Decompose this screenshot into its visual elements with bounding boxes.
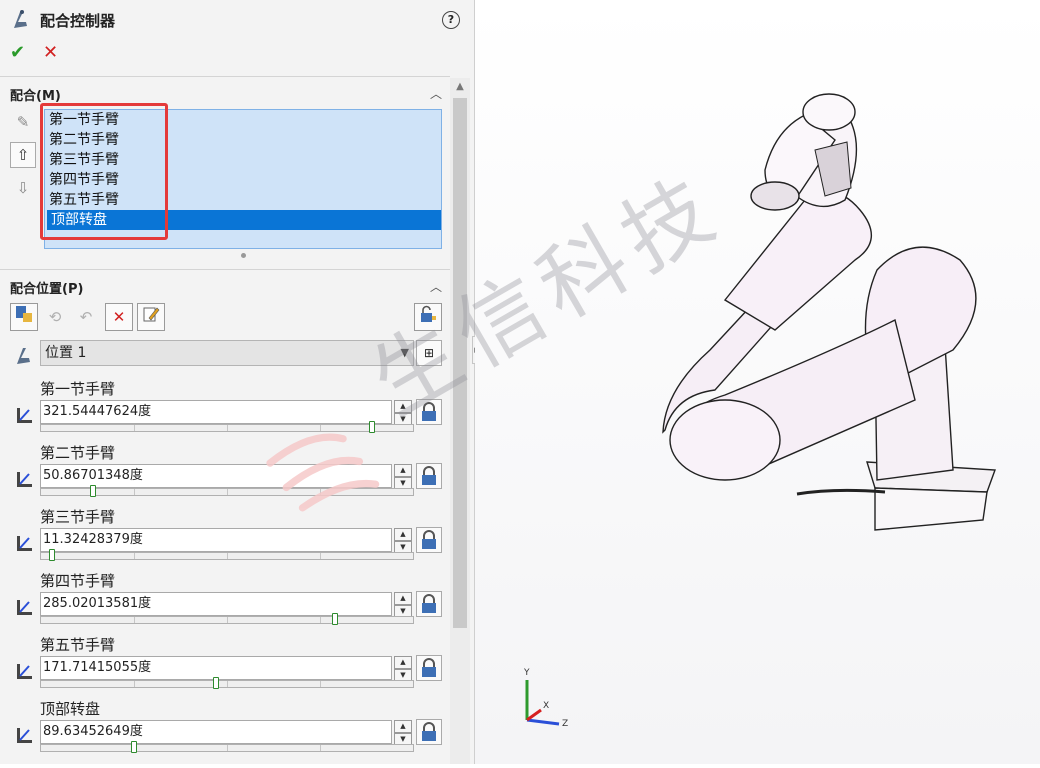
- delete-position-button[interactable]: ✕: [105, 303, 133, 331]
- highlight-box: [40, 103, 168, 240]
- lock-icon: [422, 530, 436, 549]
- edit-pencil-icon: [143, 307, 160, 322]
- position-icon: [17, 348, 30, 364]
- axis-label-x: X: [543, 701, 549, 711]
- spin-up-icon[interactable]: ▲: [394, 720, 412, 733]
- cancel-button[interactable]: ✕: [43, 42, 58, 63]
- axis-triad: Y X Z: [523, 668, 568, 729]
- angle-mate-icon: [17, 472, 32, 487]
- move-down-button[interactable]: ⇩: [13, 178, 33, 198]
- angle-value-input[interactable]: 11.32428379度: [40, 528, 392, 552]
- save-position-icon: [16, 306, 32, 322]
- axis-label-z: Z: [562, 719, 568, 729]
- angle-spinner[interactable]: ▲ ▼: [394, 720, 412, 746]
- angle-slider[interactable]: [40, 677, 414, 689]
- joint-label: 第二节手臂: [40, 444, 116, 462]
- angle-mate-icon: [17, 536, 32, 551]
- angle-slider[interactable]: [40, 741, 414, 753]
- mate-controller-icon: [14, 10, 27, 28]
- ok-button[interactable]: ✔: [10, 42, 25, 63]
- spin-up-icon[interactable]: ▲: [394, 528, 412, 541]
- lock-icon: [422, 594, 436, 613]
- angle-value-input[interactable]: 285.02013581度: [40, 592, 392, 616]
- positions-section-title: 配合位置(P): [10, 282, 84, 297]
- help-button[interactable]: ?: [442, 11, 460, 29]
- lock-button[interactable]: [416, 591, 442, 617]
- angle-spinner[interactable]: ▲ ▼: [394, 592, 412, 618]
- slider-thumb[interactable]: [49, 549, 56, 561]
- joint-label: 第三节手臂: [40, 508, 116, 526]
- spin-up-icon[interactable]: ▲: [394, 656, 412, 669]
- save-position-button[interactable]: [10, 303, 38, 331]
- slider-tick: [320, 553, 321, 559]
- lock-button[interactable]: [416, 719, 442, 745]
- angle-mate-icon: [17, 664, 32, 679]
- undo-icon[interactable]: ↶: [73, 303, 99, 331]
- joint-label: 第四节手臂: [40, 572, 116, 590]
- slider-tick: [227, 617, 228, 623]
- angle-slider[interactable]: [40, 613, 414, 625]
- slider-tick: [320, 745, 321, 751]
- axis-label-y: Y: [523, 668, 530, 678]
- slider-tick: [227, 681, 228, 687]
- edit-position-button[interactable]: [137, 303, 165, 331]
- lock-icon: [422, 658, 436, 677]
- angle-slider[interactable]: [40, 549, 414, 561]
- angle-spinner[interactable]: ▲ ▼: [394, 528, 412, 554]
- mates-collapse-chevron-icon[interactable]: ︿: [430, 85, 442, 102]
- mate-paperclip-icon: ✎: [16, 113, 30, 131]
- position-select-value: 位置 1: [45, 345, 87, 361]
- joint-label: 第五节手臂: [40, 636, 116, 654]
- lock-icon: [422, 722, 436, 741]
- spin-up-icon[interactable]: ▲: [394, 592, 412, 605]
- sync-icon[interactable]: ⟲: [42, 303, 68, 331]
- slider-tick: [134, 681, 135, 687]
- slider-tick: [134, 489, 135, 495]
- slider-tick: [134, 617, 135, 623]
- angle-value-input[interactable]: 89.63452649度: [40, 720, 392, 744]
- list-resize-handle[interactable]: [241, 253, 246, 258]
- slider-thumb[interactable]: [131, 741, 137, 753]
- separator: [0, 76, 450, 77]
- angle-spinner[interactable]: ▲ ▼: [394, 656, 412, 682]
- slider-tick: [320, 617, 321, 623]
- move-up-button[interactable]: ⇧: [10, 142, 36, 168]
- angle-mate-icon: [17, 728, 32, 743]
- slider-thumb[interactable]: [212, 677, 219, 689]
- joint-label: 顶部转盘: [40, 700, 101, 718]
- joint-label: 第一节手臂: [40, 380, 116, 398]
- lock-button[interactable]: [416, 655, 442, 681]
- angle-mate-icon: [17, 408, 32, 423]
- slider-tick: [227, 553, 228, 559]
- scroll-up-icon[interactable]: ▲: [450, 78, 470, 96]
- slider-tick: [134, 425, 135, 431]
- slider-tick: [227, 745, 228, 751]
- lock-button[interactable]: [416, 527, 442, 553]
- angle-mate-icon: [17, 600, 32, 615]
- mates-section-title: 配合(M): [10, 89, 61, 104]
- panel-title: 配合控制器: [40, 12, 116, 30]
- graphics-viewport[interactable]: 生信科技: [266, 0, 1040, 764]
- slider-thumb[interactable]: [90, 485, 97, 497]
- slider-tick: [320, 681, 321, 687]
- slider-tick: [134, 553, 135, 559]
- slider-thumb[interactable]: [331, 613, 338, 625]
